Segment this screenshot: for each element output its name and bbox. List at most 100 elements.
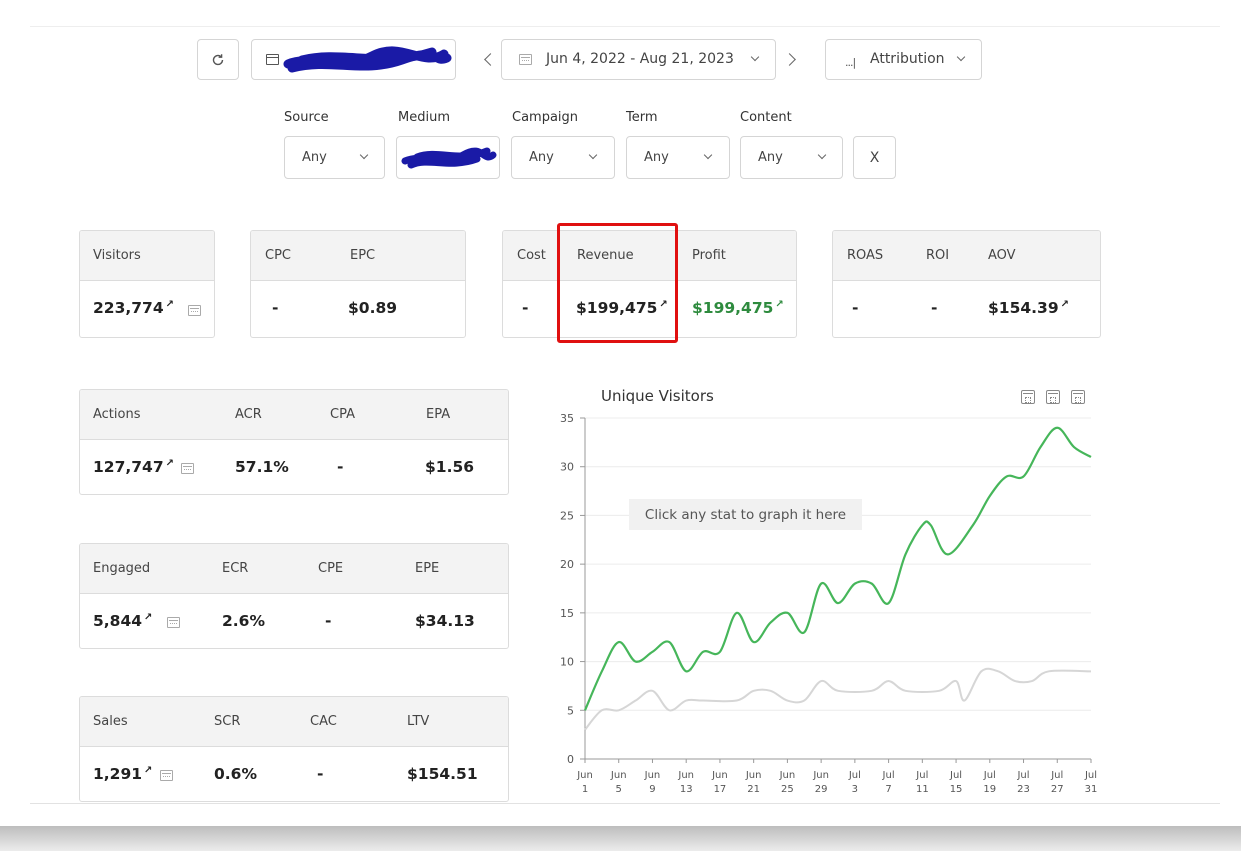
- next-range-icon[interactable]: [783, 53, 796, 66]
- stat-label-acr: ACR: [235, 407, 262, 422]
- filter-label-content: Content: [740, 110, 792, 125]
- stat-label-cpa: CPA: [330, 407, 355, 422]
- daily-view-icon[interactable]: [1021, 390, 1035, 404]
- aov-value-text: $154.39: [988, 299, 1059, 318]
- source-value: Any: [302, 150, 327, 165]
- stat-value-epc[interactable]: $0.89: [348, 299, 397, 317]
- stat-value-roi[interactable]: -: [931, 299, 937, 317]
- trend-up-icon: ↗: [165, 458, 174, 469]
- stat-value-cpc[interactable]: -: [272, 299, 278, 317]
- trend-up-icon: ↗: [165, 299, 174, 310]
- stat-value-acr[interactable]: 57.1%: [235, 458, 289, 476]
- bar-chart-icon: ...|: [845, 56, 856, 69]
- visitors-card[interactable]: Visitors 223,774 ↗: [79, 230, 215, 338]
- engaged-value-text: 5,844: [93, 612, 143, 631]
- x-tick-label: Jul: [949, 770, 962, 781]
- stat-value-scr[interactable]: 0.6%: [214, 765, 257, 783]
- y-tick-label: 35: [560, 412, 574, 425]
- x-tick-label: 1: [582, 784, 588, 795]
- trend-up-icon: ↗: [775, 299, 784, 310]
- x-tick-label: 5: [616, 784, 622, 795]
- x-tick-label: 21: [747, 784, 760, 795]
- content-value: Any: [758, 150, 783, 165]
- x-tick-label: 31: [1085, 784, 1098, 795]
- calendar-icon[interactable]: [188, 305, 201, 316]
- sales-value-text: 1,291: [93, 765, 143, 784]
- x-tick-label: 23: [1017, 784, 1030, 795]
- stat-label-ltv: LTV: [407, 714, 430, 729]
- stat-label-cpe: CPE: [318, 561, 344, 576]
- stat-label-epc: EPC: [350, 248, 376, 263]
- stat-value-profit[interactable]: $199,475 ↗: [692, 299, 784, 317]
- chevron-down-icon: [750, 52, 760, 62]
- x-tick-label: Jul: [1084, 770, 1097, 781]
- x-tick-label: 3: [852, 784, 858, 795]
- stat-value-actions[interactable]: 127,747 ↗: [93, 458, 174, 476]
- stat-value-cost[interactable]: -: [522, 299, 528, 317]
- attribution-select[interactable]: ...| Attribution: [825, 39, 982, 80]
- stat-value-visitors[interactable]: 223,774 ↗: [93, 299, 174, 317]
- medium-select[interactable]: [396, 136, 500, 179]
- calendar-icon[interactable]: [160, 770, 173, 781]
- y-tick-label: 10: [560, 656, 574, 669]
- stat-value-ltv[interactable]: $154.51: [407, 765, 478, 783]
- stat-label-visitors: Visitors: [93, 248, 141, 263]
- stat-value-engaged[interactable]: 5,844 ↗: [93, 612, 152, 630]
- account-select[interactable]: [251, 39, 456, 80]
- campaign-select[interactable]: Any: [511, 136, 615, 179]
- stat-value-ecr[interactable]: 2.6%: [222, 612, 265, 630]
- y-tick-label: 30: [560, 461, 574, 474]
- revenue-highlight-box: [557, 223, 678, 343]
- dashboard-page: Jun 4, 2022 - Aug 21, 2023 ...| Attribut…: [0, 0, 1241, 828]
- x-tick-label: Jun: [711, 770, 728, 781]
- x-tick-label: 7: [885, 784, 891, 795]
- content-select[interactable]: Any: [740, 136, 843, 179]
- previous-range-icon[interactable]: [484, 53, 497, 66]
- monthly-view-icon[interactable]: [1071, 390, 1085, 404]
- stat-label-aov: AOV: [988, 248, 1016, 263]
- date-range-picker[interactable]: Jun 4, 2022 - Aug 21, 2023: [501, 39, 776, 80]
- y-tick-label: 0: [567, 753, 574, 766]
- x-tick-label: Jul: [915, 770, 928, 781]
- source-select[interactable]: Any: [284, 136, 385, 179]
- campaign-value: Any: [529, 150, 554, 165]
- calendar-icon[interactable]: [181, 463, 194, 474]
- x-tick-label: 11: [916, 784, 929, 795]
- refresh-button[interactable]: [197, 39, 239, 80]
- clear-filters-button[interactable]: X: [853, 136, 896, 179]
- clear-filters-label: X: [869, 149, 880, 166]
- roas-roi-aov-card: ROAS ROI AOV - - $154.39 ↗: [832, 230, 1101, 338]
- stat-value-epa[interactable]: $1.56: [425, 458, 474, 476]
- stat-label-sales: Sales: [93, 714, 128, 729]
- stat-value-cac[interactable]: -: [317, 765, 323, 783]
- x-tick-label: 25: [781, 784, 794, 795]
- sales-card: Sales SCR CAC LTV 1,291 ↗ 0.6% - $154.51: [79, 696, 509, 802]
- stat-value-epe[interactable]: $34.13: [415, 612, 475, 630]
- x-tick-label: Jun: [745, 770, 762, 781]
- x-tick-label: Jul: [983, 770, 996, 781]
- stat-value-cpe[interactable]: -: [325, 612, 331, 630]
- x-tick-label: Jul: [848, 770, 861, 781]
- stat-label-profit: Profit: [692, 248, 726, 263]
- filter-label-medium: Medium: [398, 110, 450, 125]
- filter-label-term: Term: [626, 110, 658, 125]
- stat-label-cac: CAC: [310, 714, 337, 729]
- stat-value-cpa[interactable]: -: [337, 458, 343, 476]
- stat-label-scr: SCR: [214, 714, 241, 729]
- calendar-icon[interactable]: [167, 617, 180, 628]
- cpc-epc-card: CPC EPC - $0.89: [250, 230, 466, 338]
- term-select[interactable]: Any: [626, 136, 730, 179]
- stat-value-sales[interactable]: 1,291 ↗: [93, 765, 152, 783]
- series-line-current: [583, 426, 1092, 711]
- stat-label-epa: EPA: [426, 407, 451, 422]
- unique-visitors-chart[interactable]: 0 5 10 15 20 25 30 35 Jun 1 Jun 5 Jun 9 Jun 13 Jun 17 Jun 2…: [548, 405, 1098, 805]
- chevron-down-icon: [588, 150, 598, 160]
- x-tick-label: Jun: [677, 770, 694, 781]
- x-tick-label: Jun: [779, 770, 796, 781]
- weekly-view-icon[interactable]: [1046, 390, 1060, 404]
- y-tick-label: 5: [567, 704, 574, 717]
- date-range-text: Jun 4, 2022 - Aug 21, 2023: [546, 51, 734, 67]
- stat-value-roas[interactable]: -: [852, 299, 858, 317]
- chevron-down-icon: [956, 52, 966, 62]
- stat-value-aov[interactable]: $154.39 ↗: [988, 299, 1069, 317]
